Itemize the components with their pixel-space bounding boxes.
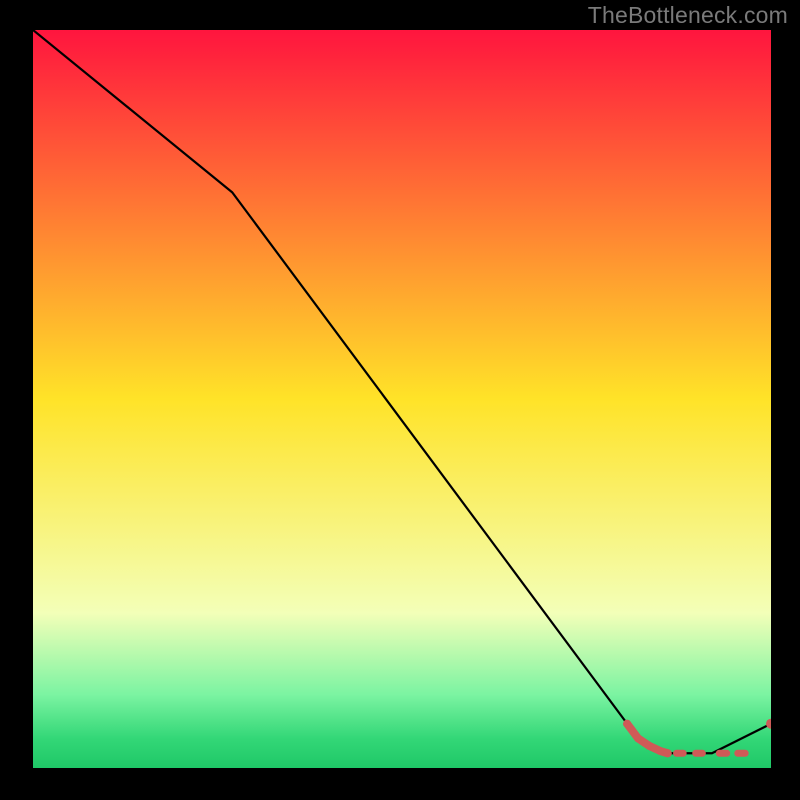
chart-frame: TheBottleneck.com: [0, 0, 800, 800]
point-markers-segment: [645, 742, 653, 750]
point-markers-segment: [634, 734, 642, 742]
watermark-text: TheBottleneck.com: [588, 2, 788, 29]
point-markers-segment: [656, 747, 664, 755]
point-markers-segment: [664, 749, 672, 757]
chart-background: [33, 30, 771, 768]
chart-plot-area: [33, 30, 771, 768]
point-markers-segment: [623, 720, 631, 728]
chart-svg: [33, 30, 771, 768]
